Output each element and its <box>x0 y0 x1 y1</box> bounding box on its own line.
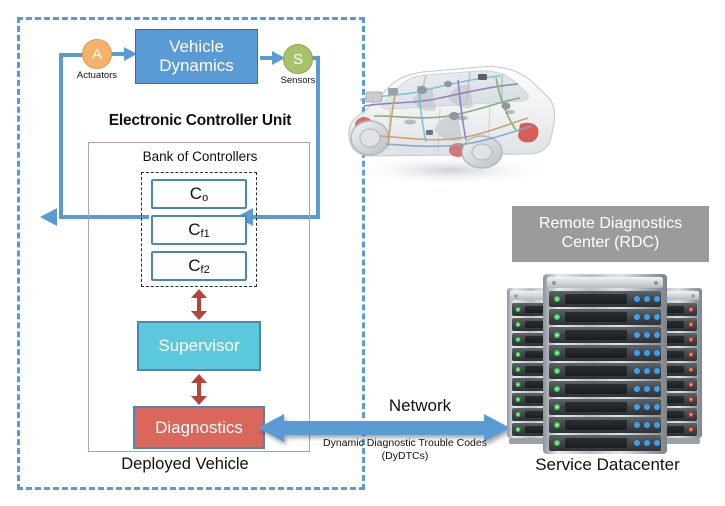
diagnostics-label: Diagnostics <box>155 417 243 437</box>
server-rack-illustration <box>497 272 712 458</box>
sensors-symbol: S <box>292 50 303 68</box>
rdc-banner-line1: Remote Diagnostics <box>538 215 683 233</box>
ecu-title: Electronic Controller Unit <box>108 112 292 129</box>
feedback-arrowhead-left <box>40 208 57 226</box>
vehicle-dynamics-block: Vehicle Dynamics <box>135 29 258 84</box>
sensors-node: S <box>283 44 313 74</box>
deployed-vehicle-label: Deployed Vehicle <box>121 455 249 473</box>
controller-block-c-o: Co <box>151 179 247 209</box>
network-label: Network <box>388 396 452 415</box>
bank-of-controllers-title: Bank of Controllers <box>142 149 258 164</box>
controller-base-2: C <box>188 256 201 275</box>
controller-base-1: C <box>188 220 201 239</box>
vehicle-dynamics-line1: Vehicle <box>169 37 224 57</box>
vehicle-dynamics-line2: Dynamics <box>159 55 234 75</box>
actuators-node: A <box>82 39 112 69</box>
supervisor-block: Supervisor <box>137 321 261 371</box>
controller-block-c-f2: Cf2 <box>151 251 247 281</box>
controller-sub-2: f2 <box>200 264 210 276</box>
diagnostics-block: Diagnostics <box>133 406 265 449</box>
dydtc-label-line1: Dynamic Diagnostic Trouble Codes <box>323 437 487 449</box>
vehicle-wiring-illustration <box>330 46 570 196</box>
service-datacenter-label: Service Datacenter <box>535 455 680 474</box>
supervisor-label: Supervisor <box>158 336 240 355</box>
sensors-label: Sensors <box>280 75 316 86</box>
bank-supervisor-bidirectional-arrow-icon <box>189 289 209 320</box>
rdc-banner: Remote Diagnostics Center (RDC) <box>512 206 709 262</box>
supervisor-diagnostics-bidirectional-arrow-icon <box>189 374 209 405</box>
rdc-banner-line2: Center (RDC) <box>561 234 660 251</box>
actuators-symbol: A <box>91 45 102 63</box>
actuators-label: Actuators <box>76 70 118 81</box>
controller-base-0: C <box>189 184 203 203</box>
controller-sub-0: o <box>202 192 209 204</box>
controller-block-c-f1: Cf1 <box>151 215 247 245</box>
controller-sub-1: f1 <box>200 228 210 240</box>
